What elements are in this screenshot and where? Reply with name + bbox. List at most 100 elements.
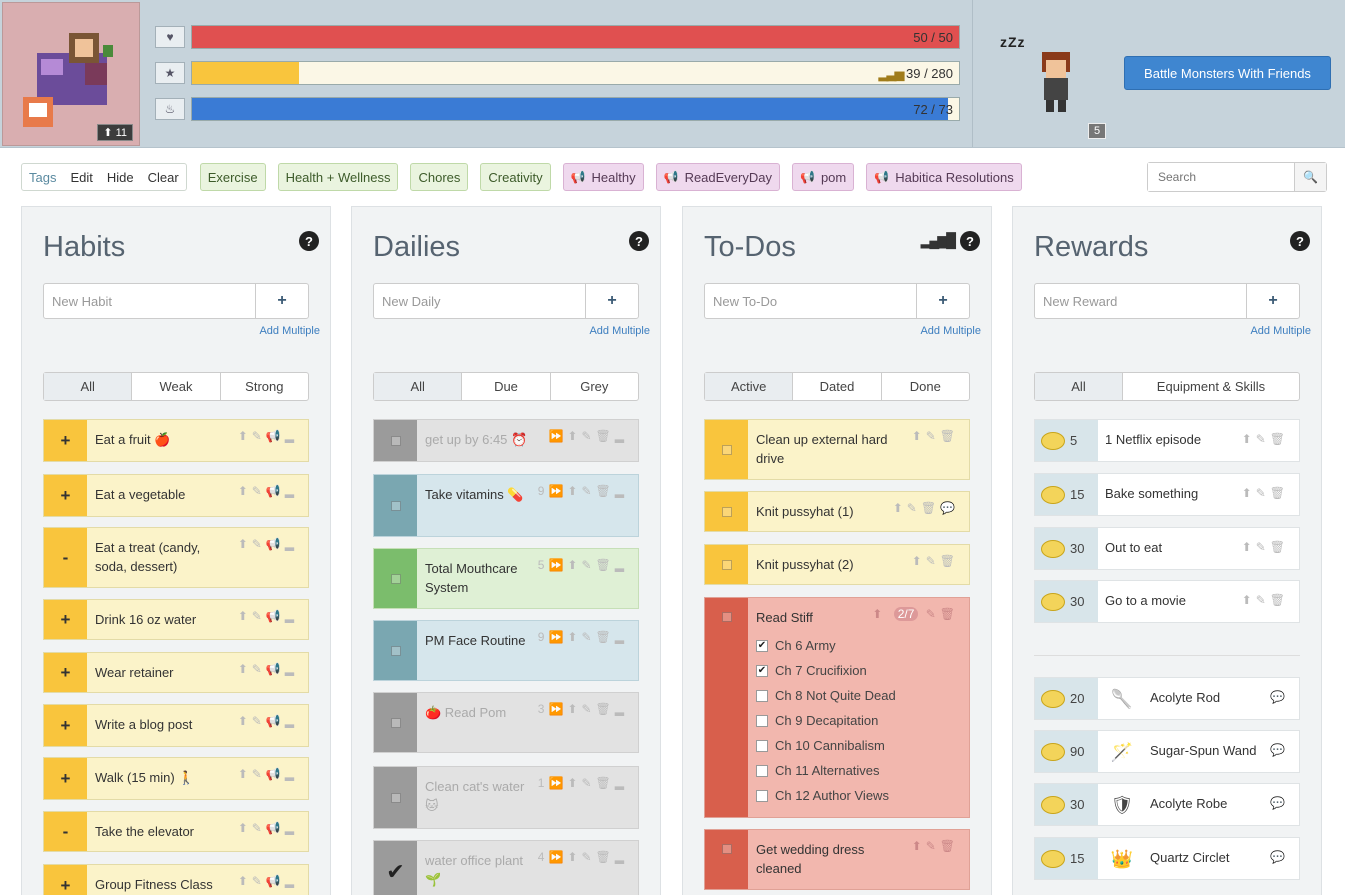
task-actions-icon[interactable]: 5⏩⬆✎🗑▂ <box>538 558 628 572</box>
tab-strong[interactable]: Strong <box>221 373 308 400</box>
task-actions-icon[interactable]: ⬆✎🗑 <box>1242 593 1289 607</box>
challenge-tag-readeveryday[interactable]: 📢 ReadEveryDay <box>655 163 780 191</box>
tag-chores[interactable]: Chores <box>410 163 469 191</box>
daily-checkbox[interactable] <box>374 549 417 608</box>
tag-health-wellness[interactable]: Health + Wellness <box>277 163 399 191</box>
add-habit-button[interactable]: + <box>256 284 308 318</box>
task-actions-icon[interactable]: ⬆✎🗑 <box>1242 540 1289 554</box>
tab-due[interactable]: Due <box>462 373 551 400</box>
edit-tags-button[interactable]: Edit <box>63 164 99 190</box>
daily-item[interactable]: Total Mouthcare System 5⏩⬆✎🗑▂ <box>373 548 639 609</box>
habit-item[interactable]: + Wear retainer ⬆✎📢▂ <box>43 652 309 693</box>
reward-price[interactable]: 15 <box>1035 474 1098 515</box>
tab-done[interactable]: Done <box>882 373 969 400</box>
task-actions-icon[interactable]: ⬆✎🗑 <box>912 839 959 853</box>
difficulty-signal-icon[interactable]: ▂▄▆█ <box>921 232 956 249</box>
reward-item[interactable]: 51 Netflix episode ⬆✎🗑 <box>1034 419 1300 462</box>
checklist-item[interactable]: ✔ Ch 7 Crucifixion <box>756 658 961 683</box>
help-icon[interactable]: ? <box>299 231 319 251</box>
search-input[interactable] <box>1148 163 1295 191</box>
todo-checkbox[interactable] <box>705 492 748 531</box>
checklist-item[interactable]: Ch 12 Author Views <box>756 783 961 808</box>
tab-all[interactable]: All <box>1035 373 1123 400</box>
task-actions-icon[interactable]: ⬆✎🗑 <box>1242 432 1289 446</box>
task-actions-icon[interactable]: ⬆✎🗑 <box>912 554 959 568</box>
tag-exercise[interactable]: Exercise <box>199 163 266 191</box>
task-actions-icon[interactable]: ⬆✎📢▂ <box>238 609 298 623</box>
todo-checkbox[interactable] <box>705 545 748 584</box>
reward-price[interactable]: 5 <box>1035 420 1098 461</box>
task-actions-icon[interactable]: ⬆✎📢▂ <box>238 537 298 551</box>
task-actions-icon[interactable]: ⬆✎📢▂ <box>238 767 298 781</box>
checklist-checkbox[interactable]: ✔ <box>756 639 768 652</box>
tab-grey[interactable]: Grey <box>551 373 638 400</box>
add-multiple-link[interactable]: Add Multiple <box>259 325 320 337</box>
checklist-checkbox[interactable] <box>756 789 768 802</box>
daily-checkbox[interactable] <box>374 420 417 461</box>
habit-score-button[interactable]: - <box>44 812 87 851</box>
avatar[interactable]: ⬆ 11 <box>2 2 140 146</box>
new-daily-input[interactable]: New Daily <box>374 284 586 318</box>
todo-item[interactable]: Read Stiff ✔ Ch 6 Army ✔ Ch 7 Crucifixion Ch… <box>704 597 970 818</box>
task-actions-icon[interactable]: ⏩⬆✎🗑▂ <box>548 429 628 443</box>
habit-score-button[interactable]: + <box>44 653 87 692</box>
comment-icon[interactable]: 💬 <box>1270 690 1289 704</box>
habit-item[interactable]: + Eat a vegetable ⬆✎📢▂ <box>43 474 309 517</box>
task-actions-icon[interactable]: ⬆✎📢▂ <box>238 484 298 498</box>
comment-icon[interactable]: 💬 <box>1270 743 1289 757</box>
task-actions-icon[interactable]: ⬆✎🗑 <box>1242 486 1289 500</box>
daily-checkbox[interactable] <box>374 693 417 752</box>
task-actions-icon[interactable]: ⬆✎📢▂ <box>238 821 298 835</box>
daily-checkbox[interactable] <box>374 767 417 828</box>
reward-item[interactable]: 30 Go to a movie ⬆✎🗑 <box>1034 580 1300 623</box>
todo-checkbox[interactable] <box>705 830 748 889</box>
habit-score-button[interactable]: + <box>44 420 87 461</box>
daily-item[interactable]: Take vitamins 💊 9⏩⬆✎🗑▂ <box>373 474 639 537</box>
gear-item[interactable]: 15 👑 Quartz Circlet 💬 <box>1034 837 1300 880</box>
daily-checkbox[interactable] <box>374 621 417 680</box>
daily-item[interactable]: Clean cat's water 🐱 1⏩⬆✎🗑▂ <box>373 766 639 829</box>
habit-score-button[interactable]: + <box>44 865 87 895</box>
task-actions-icon[interactable]: ⬆✎📢▂ <box>238 874 298 888</box>
todo-checkbox[interactable] <box>705 420 748 479</box>
comment-icon[interactable]: 💬 <box>1270 850 1289 864</box>
tab-weak[interactable]: Weak <box>132 373 221 400</box>
tab-all[interactable]: All <box>374 373 463 400</box>
task-actions-icon[interactable]: 1⏩⬆✎🗑▂ <box>538 776 628 790</box>
reward-price[interactable]: 30 <box>1035 581 1098 622</box>
habit-item[interactable]: + Drink 16 oz water ⬆✎📢▂ <box>43 599 309 640</box>
add-todo-button[interactable]: + <box>917 284 969 318</box>
gear-price[interactable]: 30 <box>1035 784 1098 825</box>
checklist-item[interactable]: Ch 10 Cannibalism <box>756 733 961 758</box>
daily-item[interactable]: get up by 6:45 ⏰ ⏩⬆✎🗑▂ <box>373 419 639 462</box>
help-icon[interactable]: ? <box>960 231 980 251</box>
new-todo-input[interactable]: New To-Do <box>705 284 917 318</box>
todo-item[interactable]: Knit pussyhat (1) ⬆✎🗑💬 <box>704 491 970 532</box>
reward-item[interactable]: 15 Bake something ⬆✎🗑 <box>1034 473 1300 516</box>
habit-item[interactable]: + Walk (15 min) 🚶 ⬆✎📢▂ <box>43 757 309 800</box>
habit-item[interactable]: + Eat a fruit 🍎 ⬆✎📢▂ <box>43 419 309 462</box>
checklist-checkbox[interactable]: ✔ <box>756 664 768 677</box>
gear-price[interactable]: 15 <box>1035 838 1098 879</box>
checklist-checkbox[interactable] <box>756 739 768 752</box>
task-actions-icon[interactable]: 4⏩⬆✎🗑▂ <box>538 850 628 864</box>
checklist-checkbox[interactable] <box>756 764 768 777</box>
task-actions-icon[interactable]: 3⏩⬆✎🗑▂ <box>538 702 628 716</box>
reward-item[interactable]: 30 Out to eat ⬆✎🗑 <box>1034 527 1300 570</box>
search-icon[interactable]: 🔍 <box>1295 163 1326 191</box>
reward-price[interactable]: 30 <box>1035 528 1098 569</box>
comment-icon[interactable]: 💬 <box>1270 796 1289 810</box>
todo-item[interactable]: Get wedding dress cleaned ⬆✎🗑 <box>704 829 970 890</box>
hide-tags-button[interactable]: Hide <box>100 164 141 190</box>
checklist-item[interactable]: Ch 9 Decapitation <box>756 708 961 733</box>
new-reward-input[interactable]: New Reward <box>1035 284 1247 318</box>
habit-score-button[interactable]: - <box>44 528 87 587</box>
add-reward-button[interactable]: + <box>1247 284 1299 318</box>
tab-dated[interactable]: Dated <box>793 373 882 400</box>
daily-item[interactable]: 🍅 Read Pom 3⏩⬆✎🗑▂ <box>373 692 639 753</box>
todo-item[interactable]: Clean up external hard drive ⬆✎🗑 <box>704 419 970 480</box>
add-multiple-link[interactable]: Add Multiple <box>920 325 981 337</box>
help-icon[interactable]: ? <box>629 231 649 251</box>
habit-score-button[interactable]: + <box>44 758 87 799</box>
gear-item[interactable]: 20 🥄 Acolyte Rod 💬 <box>1034 677 1300 720</box>
